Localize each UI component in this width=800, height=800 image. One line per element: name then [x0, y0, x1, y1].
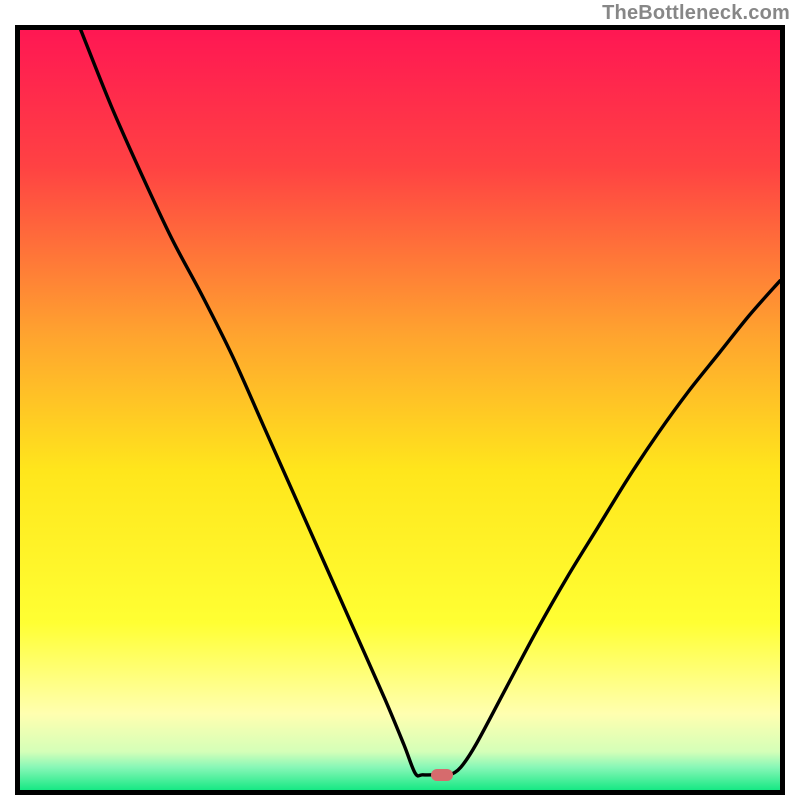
- optimal-marker: [431, 769, 453, 781]
- chart-container: TheBottleneck.com: [0, 0, 800, 800]
- plot-area: [15, 25, 785, 795]
- watermark-text: TheBottleneck.com: [602, 2, 790, 25]
- bottleneck-curve: [20, 30, 780, 790]
